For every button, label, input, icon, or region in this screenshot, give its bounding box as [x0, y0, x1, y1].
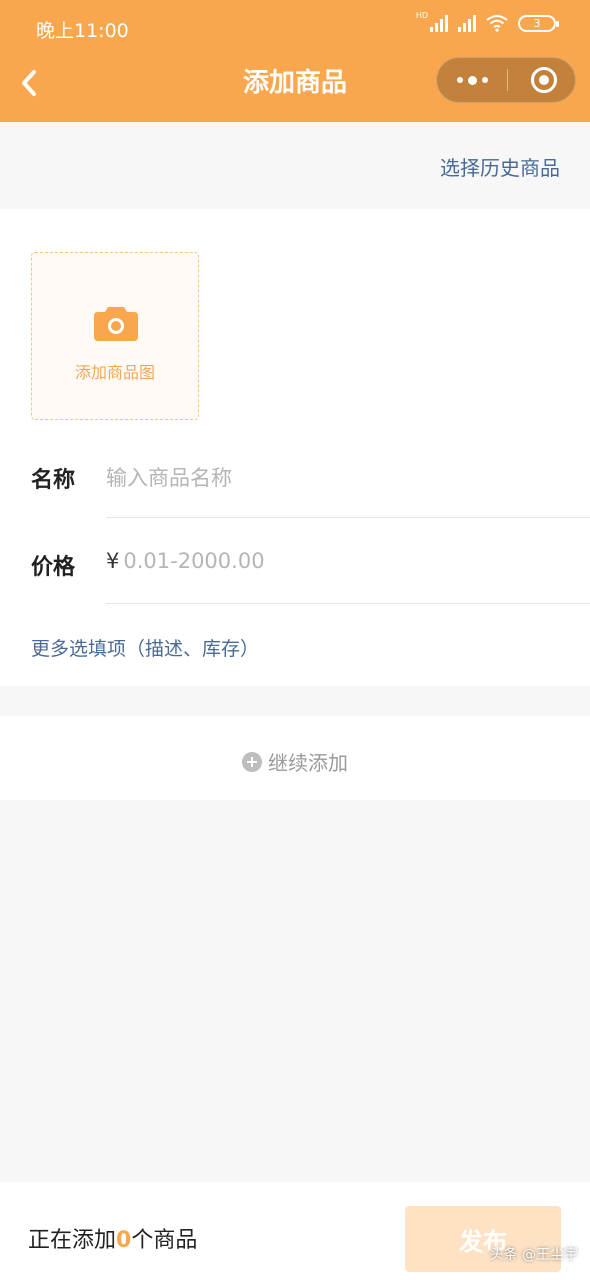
status-bar: 晚上11:00 HD 3 — [0, 0, 590, 52]
close-mini-program-button[interactable] — [531, 67, 557, 93]
app-header: 晚上11:00 HD 3 添加商品 — [0, 0, 590, 122]
select-history-product-link[interactable]: 选择历史商品 — [440, 152, 560, 181]
price-placeholder: 0.01-2000.00 — [123, 549, 265, 573]
mini-program-capsule — [436, 57, 576, 103]
price-input[interactable]: ¥0.01-2000.00 — [106, 549, 265, 573]
name-label: 名称 — [31, 468, 76, 493]
wifi-icon — [486, 15, 508, 32]
price-label: 价格 — [31, 555, 76, 580]
more-menu-button[interactable] — [437, 58, 507, 102]
continue-add-label: 继续添加 — [268, 751, 348, 775]
battery-icon: 3 — [518, 14, 559, 32]
signal-icon-2 — [458, 14, 476, 32]
continue-add-button[interactable]: 继续添加 — [0, 716, 590, 800]
bottom-bar: 正在添加0个商品 发布 — [0, 1182, 590, 1280]
product-name-placeholder: 输入商品名称 — [106, 466, 232, 490]
more-dots-icon — [456, 77, 463, 83]
add-product-image-label: 添加商品图 — [74, 363, 155, 382]
product-name-input[interactable]: 输入商品名称 — [106, 462, 232, 492]
more-options-link[interactable]: 更多选填项（描述、库存） — [31, 634, 259, 661]
capsule-divider — [507, 69, 508, 91]
price-divider — [106, 603, 590, 604]
add-product-image-button[interactable]: 添加商品图 — [31, 252, 199, 420]
plus-circle-icon — [242, 751, 262, 772]
signal-icon — [430, 14, 448, 32]
adding-suffix: 个商品 — [131, 1228, 198, 1253]
adding-count: 0 — [116, 1228, 132, 1253]
name-divider — [106, 517, 590, 518]
hd-icon: HD — [415, 10, 428, 20]
product-form-card: 添加商品图 名称 输入商品名称 价格 ¥0.01-2000.00 更多选填项（描… — [0, 209, 590, 686]
currency-symbol: ¥ — [106, 549, 120, 573]
watermark: 头条 @王尘宇 — [489, 1247, 578, 1263]
adding-count-text: 正在添加0个商品 — [28, 1222, 197, 1254]
adding-prefix: 正在添加 — [28, 1228, 117, 1253]
status-icons: HD 3 — [415, 10, 559, 32]
camera-icon — [94, 307, 138, 341]
status-time: 晚上11:00 — [36, 20, 129, 42]
